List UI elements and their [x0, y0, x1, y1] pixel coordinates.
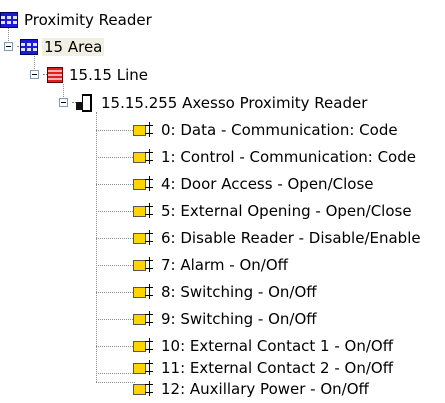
- tree-node-label: 6: Disable Reader - Disable/Enable: [161, 229, 421, 247]
- tree-node-object[interactable]: 5: External Opening - Open/Close: [131, 200, 414, 222]
- tree-connector: [96, 265, 135, 266]
- tree-node-object[interactable]: 10: External Contact 1 - On/Off: [131, 335, 395, 357]
- building-grid-icon: [0, 12, 18, 28]
- tree-connector: [96, 211, 135, 212]
- tree-node-label: 4: Door Access - Open/Close: [161, 175, 374, 193]
- line-icon: [47, 67, 63, 83]
- tree-node-label: 11: External Contact 2 - On/Off: [161, 359, 394, 377]
- communication-object-icon: [131, 360, 155, 376]
- tree-connector: [96, 130, 135, 131]
- tree-node-label: 7: Alarm - On/Off: [161, 256, 288, 274]
- tree-connector: [96, 292, 135, 293]
- collapse-toggle-device[interactable]: [59, 98, 68, 107]
- tree-node-label: 15.15.255 Axesso Proximity Reader: [101, 94, 368, 112]
- communication-object-icon: [131, 230, 155, 246]
- communication-object-icon: [131, 149, 155, 165]
- tree-node-root[interactable]: Proximity Reader: [0, 9, 154, 31]
- tree-node-object[interactable]: 8: Switching - On/Off: [131, 281, 319, 303]
- collapse-toggle-line[interactable]: [30, 70, 39, 79]
- tree-connector: [96, 238, 135, 239]
- tree-connector: [96, 382, 135, 383]
- communication-object-icon: [131, 338, 155, 354]
- communication-object-icon: [131, 381, 155, 397]
- tree-node-label: Proximity Reader: [24, 11, 152, 29]
- tree-connector: [96, 346, 135, 347]
- tree-node-object[interactable]: 1: Control - Communication: Code: [131, 146, 418, 168]
- tree-node-object[interactable]: 4: Door Access - Open/Close: [131, 173, 375, 195]
- tree-node-object[interactable]: 11: External Contact 2 - On/Off: [131, 357, 395, 379]
- tree-node-line[interactable]: 15.15 Line: [47, 64, 150, 86]
- tree-connector: [96, 319, 135, 320]
- tree-node-label: 9: Switching - On/Off: [161, 310, 317, 328]
- tree-node-object[interactable]: 9: Switching - On/Off: [131, 308, 319, 330]
- tree-node-area[interactable]: 15 Area: [20, 36, 105, 58]
- tree-connector: [96, 157, 135, 158]
- tree-node-object[interactable]: 12: Auxillary Power - On/Off: [131, 378, 371, 400]
- tree-connector: [96, 112, 97, 382]
- communication-object-icon: [131, 257, 155, 273]
- communication-object-icon: [131, 122, 155, 138]
- tree-node-object[interactable]: 0: Data - Communication: Code: [131, 119, 400, 141]
- tree-node-label: 15 Area: [42, 38, 105, 56]
- communication-object-icon: [131, 311, 155, 327]
- device-icon: [75, 93, 95, 113]
- tree-node-label: 10: External Contact 1 - On/Off: [161, 337, 394, 355]
- communication-object-icon: [131, 176, 155, 192]
- tree-node-label: 1: Control - Communication: Code: [161, 148, 416, 166]
- tree-node-label: 0: Data - Communication: Code: [161, 121, 398, 139]
- tree-node-device[interactable]: 15.15.255 Axesso Proximity Reader: [75, 92, 369, 114]
- project-tree[interactable]: Proximity Reader 15 Area 15.15 Line 15.1…: [0, 0, 445, 403]
- tree-connector: [96, 184, 135, 185]
- tree-node-object[interactable]: 7: Alarm - On/Off: [131, 254, 290, 276]
- communication-object-icon: [131, 203, 155, 219]
- tree-connector: [96, 373, 135, 374]
- tree-node-label: 5: External Opening - Open/Close: [161, 202, 412, 220]
- tree-node-object[interactable]: 6: Disable Reader - Disable/Enable: [131, 227, 423, 249]
- collapse-toggle-area[interactable]: [4, 42, 13, 51]
- area-grid-icon: [20, 39, 38, 55]
- communication-object-icon: [131, 284, 155, 300]
- tree-node-label: 15.15 Line: [69, 66, 148, 84]
- tree-node-label: 12: Auxillary Power - On/Off: [161, 380, 369, 398]
- tree-node-label: 8: Switching - On/Off: [161, 283, 317, 301]
